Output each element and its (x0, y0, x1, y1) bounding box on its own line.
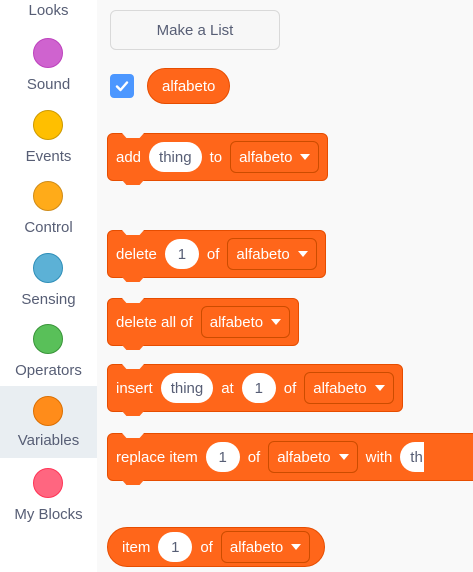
thing-input[interactable]: thing (160, 373, 214, 403)
dropdown-caret-icon (271, 319, 282, 325)
block-notch (122, 230, 144, 235)
list-dropdown[interactable]: alfabeto (220, 531, 311, 563)
operators-category-icon (33, 324, 63, 354)
block-text: replace item (116, 448, 198, 466)
list-dropdown[interactable]: alfabeto (227, 238, 317, 270)
checkmark-icon (115, 81, 129, 92)
block-text: at (221, 379, 234, 397)
index-input[interactable]: 1 (158, 532, 193, 562)
dropdown-caret-icon (338, 454, 349, 460)
category-events-label: Events (25, 148, 72, 165)
block-notch (122, 364, 144, 369)
category-control[interactable]: Control (0, 181, 97, 253)
list-dropdown-label: alfabeto (236, 245, 290, 263)
list-dropdown[interactable]: alfabeto (304, 372, 394, 404)
add-to-list-block[interactable]: add thing to alfabeto (107, 133, 329, 185)
list-reporter-label: alfabeto (162, 77, 216, 95)
thing-input[interactable]: th (400, 442, 425, 472)
category-sidebar: Looks Sound Events Control Sensing Opera… (0, 0, 98, 572)
list-reporter-alfabeto[interactable]: alfabeto (147, 68, 231, 104)
block-text: of (200, 538, 213, 556)
category-my-blocks-label: My Blocks (14, 506, 83, 523)
block-bump (122, 345, 144, 350)
my-blocks-category-icon (33, 468, 63, 498)
category-variables[interactable]: Variables (0, 386, 97, 458)
list-dropdown[interactable]: alfabeto (268, 441, 358, 473)
list-dropdown-label: alfabeto (313, 379, 367, 397)
block-text: of (283, 379, 297, 397)
block-text: delete all of (116, 313, 193, 331)
list-dropdown-label: alfabeto (209, 313, 264, 331)
replace-item-list-block[interactable]: replace item 1 of alfabeto with th (107, 433, 473, 485)
delete-of-list-block[interactable]: delete 1 of alfabeto (107, 230, 326, 282)
sound-category-icon (33, 38, 63, 68)
block-bump (122, 180, 144, 185)
block-bump (122, 411, 144, 416)
block-text: of (247, 448, 261, 466)
block-notch (122, 298, 144, 303)
list-dropdown[interactable]: alfabeto (200, 306, 291, 338)
block-notch (122, 133, 144, 138)
block-bump (122, 277, 144, 282)
category-sound-label: Sound (26, 76, 71, 93)
dropdown-caret-icon (374, 385, 385, 391)
sensing-category-icon (33, 253, 63, 283)
block-text: delete (116, 245, 157, 263)
index-input[interactable]: 1 (205, 442, 240, 472)
category-my-blocks[interactable]: My Blocks (0, 468, 97, 540)
list-dropdown-label: alfabeto (277, 448, 331, 466)
block-text: insert (116, 379, 153, 397)
category-sound[interactable]: Sound (0, 38, 97, 110)
list-dropdown-label: alfabeto (229, 538, 284, 556)
category-control-label: Control (24, 219, 73, 236)
block-text: of (206, 245, 220, 263)
category-sensing-label: Sensing (21, 291, 76, 308)
delete-all-of-list-block[interactable]: delete all of alfabeto (107, 298, 300, 350)
variables-category-icon (33, 396, 63, 426)
events-category-icon (33, 110, 63, 140)
index-input[interactable]: 1 (164, 239, 199, 269)
category-operators-label: Operators (15, 362, 82, 379)
category-looks-label: Looks (28, 2, 69, 19)
block-text: with (365, 448, 393, 466)
dropdown-caret-icon (291, 544, 302, 550)
category-events[interactable]: Events (0, 110, 97, 182)
dropdown-caret-icon (297, 251, 308, 257)
index-input[interactable]: 1 (241, 373, 276, 403)
control-category-icon (33, 181, 63, 211)
block-palette: Make a List alfabeto add thing to alfabe… (97, 0, 473, 572)
block-bump (122, 480, 144, 485)
block-text: add (116, 148, 142, 166)
thing-input[interactable]: thing (149, 142, 202, 172)
list-dropdown-label: alfabeto (239, 148, 293, 166)
insert-at-list-block[interactable]: insert thing at 1 of alfabeto (107, 364, 403, 416)
make-a-list-button[interactable]: Make a List (110, 10, 280, 50)
block-text: item (122, 538, 151, 556)
block-text: to (209, 148, 223, 166)
block-notch (122, 433, 144, 438)
dropdown-caret-icon (300, 154, 311, 160)
category-sensing[interactable]: Sensing (0, 253, 97, 325)
list-visibility-checkbox[interactable] (110, 74, 134, 98)
list-dropdown[interactable]: alfabeto (230, 141, 320, 173)
item-of-list-reporter[interactable]: item 1 of alfabeto (107, 527, 326, 567)
category-variables-label: Variables (17, 432, 80, 449)
